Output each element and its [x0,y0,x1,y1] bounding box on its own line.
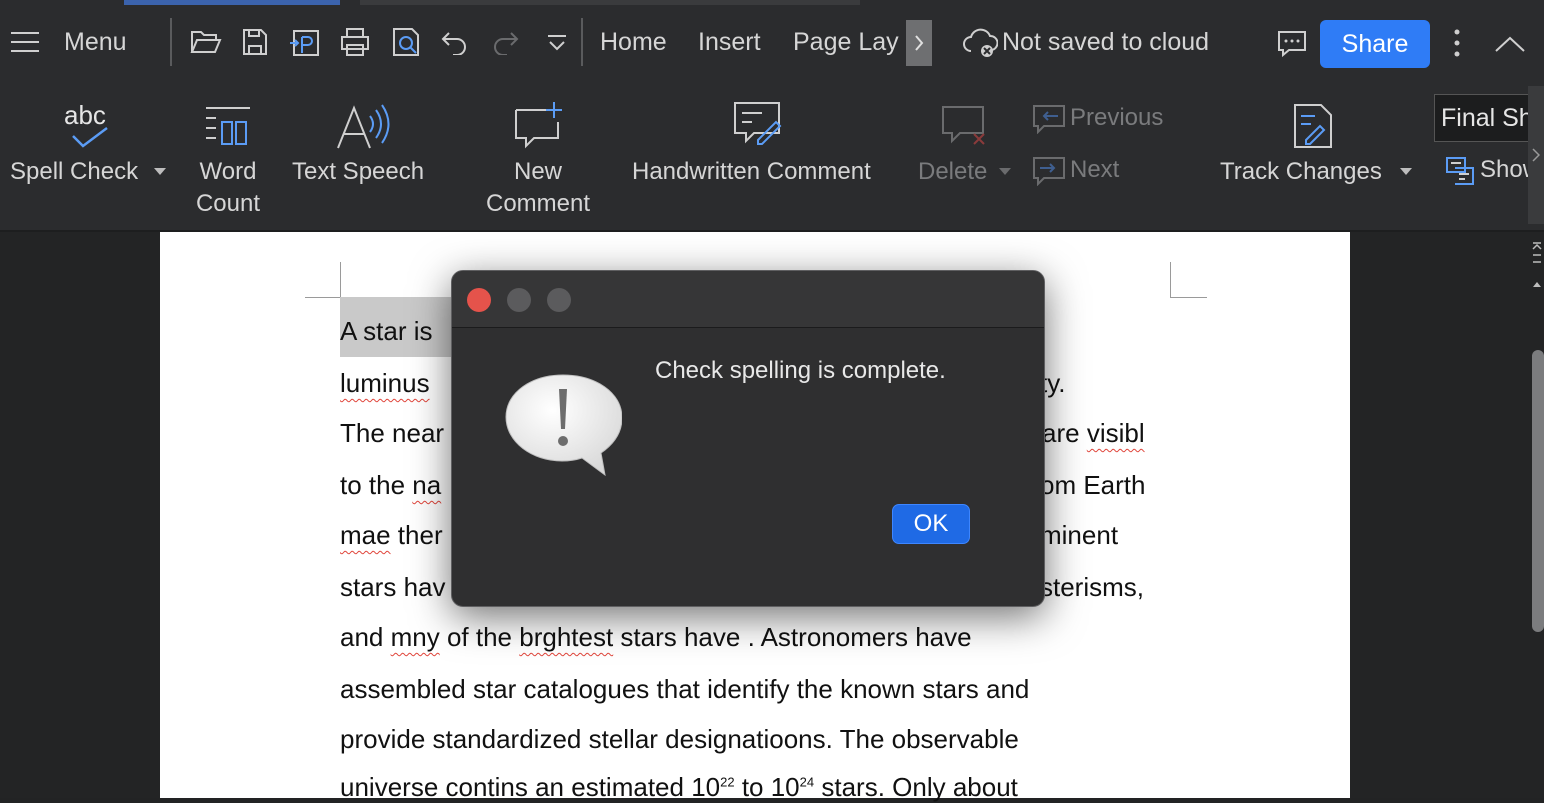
chevron-right-icon [1532,148,1540,162]
show-label: Show [1480,156,1528,183]
document-line-4-right: om Earth [1040,470,1146,500]
spell-check-label: Spell Check [10,158,139,185]
delete-comment-icon [942,106,985,145]
next-comment-icon [1033,157,1065,186]
next-label: Next [1070,156,1120,183]
document-line-6: stars hav [340,572,446,602]
export-pdf-icon[interactable] [290,27,322,59]
document-line-5-right: minent [1040,520,1119,550]
misspelled-word[interactable]: na [412,470,441,500]
track-changes-dropdown-caret[interactable] [1400,168,1412,175]
new-comment-label-2: Comment [485,190,591,217]
open-folder-icon[interactable] [190,28,222,56]
misspelled-word[interactable]: visibl [1087,418,1145,448]
menu-button[interactable]: Menu [64,28,127,57]
delete-label: Delete [918,158,988,185]
text-speech-icon [337,104,390,149]
comments-icon[interactable] [1277,30,1307,58]
scrollbar-thumb[interactable] [1532,350,1544,632]
chevron-right-icon [915,35,924,51]
delete-comment-button: Delete [912,96,1012,196]
ok-button[interactable]: OK [892,504,970,544]
tab-home[interactable]: Home [600,28,667,57]
document-line-3-right: are visibl [1042,418,1145,448]
ribbon-scroll-right-button[interactable] [1528,86,1544,224]
misspelled-word[interactable]: mny [391,622,440,652]
tabs-scroll-right-button[interactable] [906,20,932,66]
collapse-ribbon-icon[interactable] [1494,34,1526,54]
title-toolbar: Menu Home Insert Page Lay Not saved to c… [0,0,1544,86]
word-count-icon [206,107,250,145]
misspelled-word[interactable]: brghtest [519,622,613,652]
text-speech-label: Text Speech [292,158,425,185]
track-changes-label: Track Changes [1220,158,1382,185]
print-preview-icon[interactable] [391,26,423,58]
active-tab-indicator [124,0,340,5]
more-options-icon[interactable] [1452,28,1462,58]
word-count-button[interactable]: Word Count [190,96,266,220]
document-line-3: The near [340,418,445,448]
print-icon[interactable] [339,27,371,57]
corner-mark-top-left [305,262,341,298]
track-changes-icon [1294,104,1332,148]
scroll-page-up-icon[interactable] [1532,242,1542,264]
misspelled-word[interactable]: luminus [340,368,430,398]
previous-comment-button: Previous [1030,100,1180,136]
handwritten-comment-icon [734,102,782,145]
scroll-up-arrow-icon[interactable] [1532,280,1542,288]
save-icon[interactable] [241,27,269,57]
share-button[interactable]: Share [1320,20,1430,68]
redo-icon [494,32,519,55]
document-line-5: mae ther [340,520,443,550]
document-line-7: and mny of the brghtest stars have . Ast… [340,622,972,652]
spell-check-complete-dialog: Check spelling is complete. OK [451,270,1045,607]
spell-check-dropdown-caret[interactable] [154,168,166,175]
document-line-10: universe contins an estimated 1022 to 10… [340,772,1018,802]
new-comment-button[interactable]: New Comment [478,96,598,220]
track-changes-button[interactable]: Track Changes [1214,96,1418,196]
close-window-button[interactable] [467,288,491,312]
word-count-label-1: Word [199,158,257,185]
document-line-2: luminus [340,368,430,399]
new-comment-label-1: New [513,158,562,185]
document-line-6-right: sterisms, [1040,572,1144,602]
alert-speech-bubble-icon [505,374,622,477]
delete-dropdown-caret [999,168,1011,175]
previous-comment-icon [1033,105,1065,134]
show-markup-button[interactable]: Show [1442,152,1528,188]
cloud-not-saved-icon [963,28,998,57]
inactive-tab-strip [360,0,860,5]
next-comment-button: Next [1030,152,1180,188]
handwritten-comment-button[interactable]: Handwritten Comment [626,96,890,196]
text-speech-button[interactable]: Text Speech [286,96,442,196]
show-markup-icon [1446,157,1474,185]
dialog-title-bar[interactable] [452,271,1044,328]
tab-page-layout[interactable]: Page Lay [793,28,907,57]
undo-icon[interactable] [441,29,469,55]
review-ribbon: abc Spell Check Word Count Text Speech N… [0,86,1544,232]
document-line-9: provide standardized stellar designatioo… [340,724,1019,754]
toolbar-divider [170,18,172,66]
hamburger-menu-icon[interactable] [10,30,40,54]
previous-label: Previous [1070,104,1164,131]
handwritten-comment-label: Handwritten Comment [632,158,871,185]
new-comment-icon [515,102,562,149]
word-count-label-2: Count [195,190,261,217]
document-line-8: assembled star catalogues that identify … [340,674,1030,704]
tab-insert[interactable]: Insert [698,28,761,57]
document-line-4: to the na [340,470,442,500]
zoom-window-button [547,288,571,312]
minimize-window-button [507,288,531,312]
corner-mark-top-right [1170,262,1207,298]
dialog-message: Check spelling is complete. [655,357,946,384]
document-line-1: A star is [340,316,433,346]
quick-access-dropdown-icon[interactable] [546,34,568,52]
cloud-status-text[interactable]: Not saved to cloud [1002,28,1209,57]
toolbar-divider [581,18,583,66]
misspelled-word[interactable]: mae [340,520,391,550]
spell-check-button[interactable]: abc Spell Check [4,96,174,196]
spell-check-mark-icon [72,127,108,148]
